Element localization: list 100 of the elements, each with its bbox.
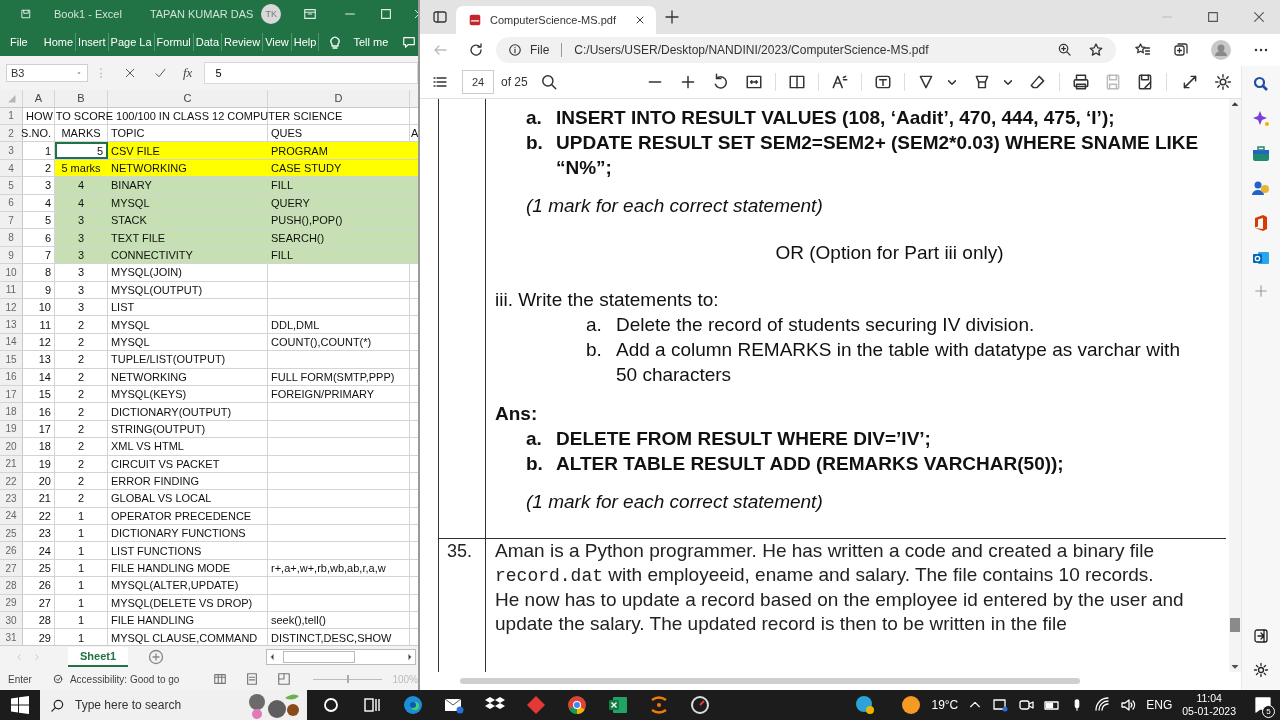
list-marker: b. — [526, 452, 544, 476]
table-cell: SEARCH() — [268, 229, 410, 246]
row-header[interactable]: 18 — [0, 403, 23, 420]
clock[interactable]: 11:04 05-01-2023 — [1182, 692, 1236, 718]
row-header[interactable]: 13 — [0, 316, 23, 333]
table-cell-text: 13 — [37, 352, 52, 368]
page-number-field[interactable]: 24 — [462, 70, 494, 94]
row-header[interactable]: 28 — [0, 577, 23, 594]
table-cell-text: 3 — [76, 265, 86, 281]
table-cell: CSV FILE — [108, 142, 268, 159]
table-cell-text: 1 — [76, 630, 86, 646]
column-header[interactable]: A — [23, 89, 55, 107]
table-cell: BINARY — [108, 177, 268, 194]
table-cell-text: 2 — [76, 334, 86, 350]
tab-title: ComputerScience-MS.pdf — [490, 14, 617, 26]
table-cell-text: FULL FORM(SMTP,PPP) — [270, 369, 396, 385]
row-header[interactable]: 20 — [0, 438, 23, 455]
row-header[interactable]: 15 — [0, 351, 23, 368]
list-marker: b. — [586, 338, 603, 362]
table-cell-text: MYSQL(DELETE VS DROP) — [110, 595, 254, 611]
section-heading: OR (Option for Part iii only) — [774, 241, 1005, 265]
table-cell-text: LIST FUNCTIONS — [110, 543, 203, 559]
ribbon-tab[interactable]: Page La — [108, 32, 155, 51]
input-language[interactable]: ENG — [1146, 698, 1173, 712]
row-header[interactable]: 31 — [0, 629, 23, 646]
table-cell-text: 2 — [76, 317, 86, 333]
question-paragraph: He now has to update a record based on the employee id entered by the user and update the salary. The updated record is then to be written in the file — [495, 588, 1185, 635]
table-cell-text: 14 — [37, 369, 52, 385]
ribbon-tab[interactable]: File — [8, 32, 30, 51]
table-cell-text: DDL,DML — [270, 317, 321, 333]
browser-tab[interactable]: ComputerScience-MS.pdf — [456, 6, 656, 34]
table-cell-text: 5 — [43, 213, 52, 229]
table-cell-text: 1 — [76, 508, 86, 524]
search-placeholder: Type here to search — [75, 698, 182, 712]
row-header[interactable]: 12 — [0, 299, 23, 316]
row-header[interactable]: 25 — [0, 525, 23, 542]
table-cell-text: 28 — [37, 613, 52, 629]
question-item: Add a column REMARKS in the table with datatype as varchar with 50 characters — [616, 338, 1181, 387]
table-cell-text: 25 — [37, 561, 52, 577]
ribbon-tab[interactable]: Data — [193, 32, 223, 51]
status-text: Enter — [8, 673, 32, 685]
row-header[interactable]: 23 — [0, 490, 23, 507]
table-cell-text: LIST — [110, 300, 136, 316]
user-avatar[interactable]: TK — [261, 3, 282, 24]
table-cell-text: 12 — [37, 334, 52, 350]
column-header[interactable]: B — [55, 89, 108, 107]
table-cell-text: 9 — [43, 282, 52, 298]
column-header[interactable]: D — [268, 89, 410, 107]
ribbon-tab[interactable]: Review — [222, 32, 264, 51]
row-header[interactable]: 5 — [0, 177, 23, 194]
user-name[interactable]: TAPAN KUMAR DAS — [149, 7, 254, 20]
accessibility-status[interactable]: Accessibility: Good to go — [69, 673, 180, 685]
temperature[interactable]: 19°C — [931, 698, 959, 712]
table-cell-text: OPERATOR PRECEDENCE — [110, 508, 253, 524]
table-cell: TEXT FILE — [108, 229, 268, 246]
table-cell: 3 — [55, 212, 108, 229]
table-cell-text: 15 — [37, 387, 52, 403]
row-header[interactable]: 2 — [0, 125, 23, 142]
ribbon-tab[interactable]: Formul — [154, 32, 194, 51]
ribbon-tab[interactable]: Help — [291, 32, 320, 51]
table-cell-text: GLOBAL VS LOCAL — [110, 491, 213, 507]
table-cell-text: 2 — [43, 161, 52, 177]
table-cell-text: NETWORKING — [110, 369, 188, 385]
marking-note: (1 mark for each correct statement) — [525, 490, 824, 514]
table-cell-text: 22 — [37, 508, 52, 524]
ribbon-tab[interactable]: View — [263, 32, 292, 51]
list-marker: a. — [586, 313, 603, 337]
table-cell-text: DICTIONARY(OUTPUT) — [110, 404, 233, 420]
table-cell-text: DICTIONARY FUNCTIONS — [110, 526, 247, 542]
row-header[interactable]: 8 — [0, 229, 23, 246]
question-item: Delete the record of students securing IV division. — [616, 313, 1035, 337]
table-cell-text: 11 — [38, 317, 52, 333]
tell-me-search[interactable]: Tell me — [351, 32, 391, 51]
sheet-tab[interactable]: Sheet1 — [68, 647, 129, 668]
table-cell-text: 1 — [43, 143, 52, 159]
table-cell-text: 2 — [76, 421, 86, 437]
table-cell: 4 — [55, 177, 108, 194]
row-header[interactable]: 26 — [0, 542, 23, 559]
row-header[interactable]: 30 — [0, 612, 23, 629]
table-cell-text: 7 — [43, 248, 52, 263]
ribbon-tab[interactable]: Home — [41, 32, 77, 51]
sql-statement: ALTER TABLE RESULT ADD (REMARKS VARCHAR(50)); — [556, 452, 1064, 476]
search-field[interactable]: Type here to search — [40, 690, 245, 720]
table-cell: PUSH(),POP() — [268, 212, 410, 229]
row-header[interactable]: 10 — [0, 264, 23, 281]
table-cell-text: 8 — [43, 265, 52, 281]
column-header[interactable]: C — [108, 89, 268, 107]
table-cell-text: r+,a+,w+,rb,wb,ab,r,a,w — [270, 561, 387, 577]
row-header[interactable]: 3 — [0, 142, 23, 159]
address-url[interactable]: C:/Users/USER/Desktop/NANDINI/2023/ComputerScience-MS.pdf — [574, 43, 929, 57]
sql-statement: INSERT INTO RESULT VALUES (108, ‘Aadit’, 470, 444, 475, ‘I’); — [556, 106, 1115, 130]
table-cell-text: QUES — [270, 126, 304, 142]
ribbon-tab[interactable]: Insert — [76, 32, 109, 51]
name-box[interactable]: B3 — [6, 63, 88, 82]
table-cell-text: CIRCUIT VS PACKET — [110, 456, 221, 472]
formula-bar[interactable]: 5 — [204, 61, 418, 84]
table-cell-text: 6 — [43, 230, 52, 246]
insert-function-button[interactable]: fx — [183, 64, 193, 81]
row-header[interactable]: 7 — [0, 212, 23, 229]
table-cell-text: ERROR FINDING — [110, 474, 200, 490]
